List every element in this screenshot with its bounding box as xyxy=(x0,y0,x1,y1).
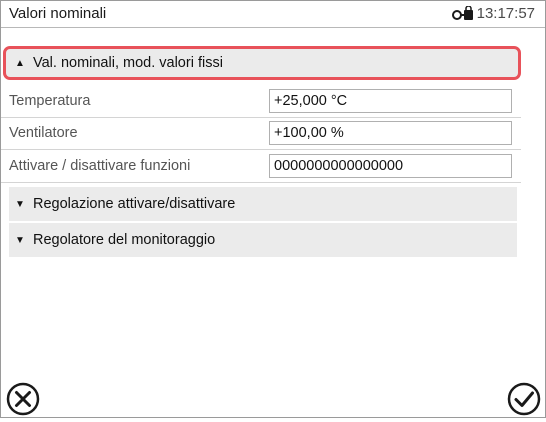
section-regulation-label: Regolazione attivare/disattivare xyxy=(33,196,236,212)
temperature-label: Temperatura xyxy=(9,93,91,109)
fan-field[interactable]: +100,00 % xyxy=(269,121,512,145)
triangle-up-icon: ▲ xyxy=(15,57,25,69)
checkmark-circle-icon xyxy=(507,382,541,416)
fan-label: Ventilatore xyxy=(9,125,78,141)
section-regulation[interactable]: ▼ Regolazione attivare/disattivare xyxy=(9,187,517,221)
functions-label: Attivare / disattivare funzioni xyxy=(9,158,191,174)
param-row-temperature: Temperatura +25,000 °C xyxy=(1,86,521,118)
title-bar: Valori nominali 13:17:57 xyxy=(1,1,545,28)
functions-field[interactable]: 0000000000000000 xyxy=(269,154,512,178)
triangle-down-icon: ▼ xyxy=(15,198,25,210)
cancel-circle-icon xyxy=(6,382,40,416)
screen: Valori nominali 13:17:57 ▲ Val. nominali… xyxy=(0,0,546,418)
key-lock-icon xyxy=(451,4,474,22)
triangle-down-icon: ▼ xyxy=(15,234,25,246)
page-title: Valori nominali xyxy=(9,5,107,22)
section-monitoring-label: Regolatore del monitoraggio xyxy=(33,232,216,248)
status-area: 13:17:57 xyxy=(451,4,535,22)
confirm-button[interactable] xyxy=(506,381,542,417)
cancel-button[interactable] xyxy=(5,381,41,417)
section-nominal-label: Val. nominali, mod. valori fissi xyxy=(33,55,223,71)
param-row-functions: Attivare / disattivare funzioni 00000000… xyxy=(1,151,521,183)
param-row-fan: Ventilatore +100,00 % xyxy=(1,118,521,150)
temperature-field[interactable]: +25,000 °C xyxy=(269,89,512,113)
section-nominal-values[interactable]: ▲ Val. nominali, mod. valori fissi xyxy=(3,46,521,80)
section-monitoring[interactable]: ▼ Regolatore del monitoraggio xyxy=(9,223,517,257)
clock-time: 13:17:57 xyxy=(476,5,535,22)
